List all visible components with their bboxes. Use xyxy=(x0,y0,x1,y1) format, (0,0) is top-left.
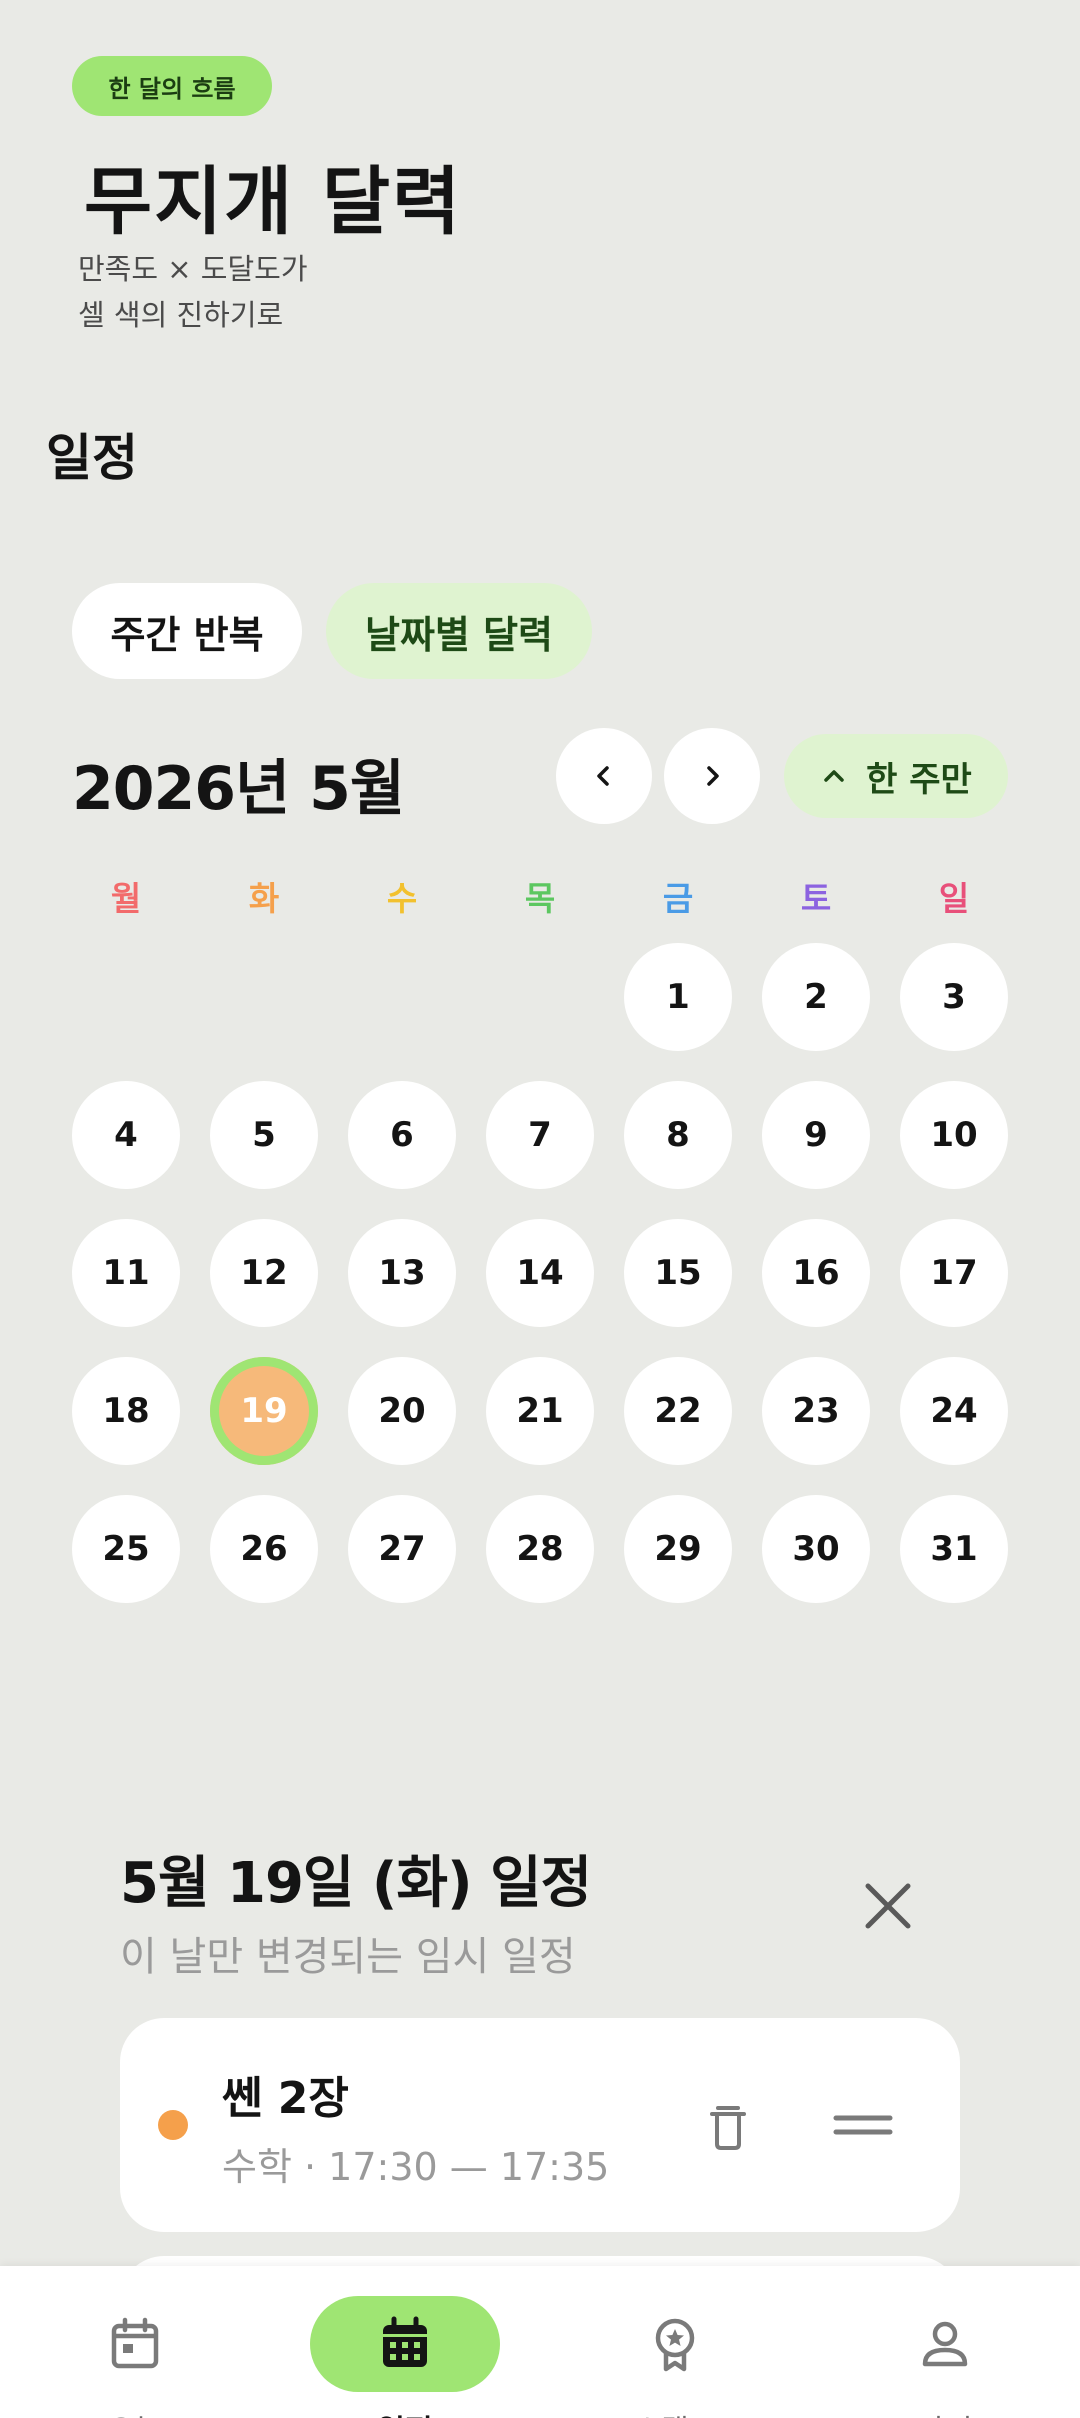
calendar-day[interactable]: 13 xyxy=(348,1219,456,1327)
weekday-label: 목 xyxy=(524,879,556,918)
event-name: 쎈 2장 xyxy=(222,2073,349,2124)
calendar-day[interactable]: 25 xyxy=(72,1495,180,1603)
calendar-day[interactable]: 4 xyxy=(72,1081,180,1189)
person-icon xyxy=(922,2321,968,2367)
calendar-day[interactable]: 22 xyxy=(624,1357,732,1465)
calendar-day[interactable]: 8 xyxy=(624,1081,732,1189)
tab-date-calendar[interactable]: 날짜별 달력 xyxy=(326,583,592,679)
prev-month-button[interactable] xyxy=(556,728,652,824)
week-only-label: 한 주만 xyxy=(866,759,972,800)
nav-schedule-label: 일정 xyxy=(270,2406,540,2418)
calendar-day[interactable]: 16 xyxy=(762,1219,870,1327)
nav-my-label: 마이 xyxy=(810,2406,1080,2418)
calendar-day[interactable]: 30 xyxy=(762,1495,870,1603)
calendar-day[interactable]: 26 xyxy=(210,1495,318,1603)
calendar-day[interactable]: 23 xyxy=(762,1357,870,1465)
event-meta: 수학 · 17:30 — 17:35 xyxy=(222,2145,610,2189)
calendar-day[interactable]: 9 xyxy=(762,1081,870,1189)
calendar-today-icon xyxy=(111,2317,159,2369)
week-only-toggle[interactable]: 한 주만 xyxy=(784,734,1008,818)
weekday-label: 일 xyxy=(938,879,970,918)
weekday-label: 화 xyxy=(248,879,280,918)
nav-stamp-label: 스탬프 xyxy=(540,2406,810,2418)
calendar-day[interactable]: 6 xyxy=(348,1081,456,1189)
weekday-label: 월 xyxy=(110,879,142,918)
calendar-day[interactable]: 7 xyxy=(486,1081,594,1189)
calendar-day[interactable]: 29 xyxy=(624,1495,732,1603)
chevron-right-icon xyxy=(707,766,719,786)
calendar-day[interactable]: 1 xyxy=(624,943,732,1051)
month-title: 2026년 5월 xyxy=(72,754,405,824)
nav-my[interactable]: 마이 xyxy=(810,2266,1080,2418)
bottom-nav: 오늘 일정 스탬프 xyxy=(0,2266,1080,2418)
calendar-day[interactable]: 20 xyxy=(348,1357,456,1465)
calendar-day[interactable]: 17 xyxy=(900,1219,1008,1327)
calendar-day[interactable]: 28 xyxy=(486,1495,594,1603)
delete-event-button[interactable] xyxy=(696,2094,760,2158)
weekday-label: 수 xyxy=(386,879,418,918)
trash-icon xyxy=(710,2106,746,2150)
calendar-day[interactable]: 18 xyxy=(72,1357,180,1465)
calendar-grid-icon xyxy=(383,2316,427,2367)
calendar-day[interactable]: 27 xyxy=(348,1495,456,1603)
next-month-button[interactable] xyxy=(664,728,760,824)
nav-stamp[interactable]: 스탬프 xyxy=(540,2266,810,2418)
close-detail-button[interactable] xyxy=(852,1870,924,1942)
calendar-day-selected[interactable]: 19 xyxy=(210,1357,318,1465)
detail-subtitle: 이 날만 변경되는 임시 일정 xyxy=(120,1934,576,1980)
calendar-day[interactable]: 15 xyxy=(624,1219,732,1327)
calendar-day[interactable]: 2 xyxy=(762,943,870,1051)
nav-today-label: 오늘 xyxy=(0,2406,270,2418)
hero-title: 무지개 달력 xyxy=(84,159,463,245)
drag-handle[interactable] xyxy=(832,2102,894,2148)
badge-icon xyxy=(655,2318,695,2372)
calendar-day[interactable]: 14 xyxy=(486,1219,594,1327)
chevron-up-icon xyxy=(824,770,844,782)
calendar-day[interactable]: 10 xyxy=(900,1081,1008,1189)
calendar-day[interactable]: 3 xyxy=(900,943,1008,1051)
tab-weekly-repeat[interactable]: 주간 반복 xyxy=(72,583,302,679)
calendar-day[interactable]: 21 xyxy=(486,1357,594,1465)
section-title: 일정 xyxy=(46,429,138,487)
calendar-day[interactable]: 12 xyxy=(210,1219,318,1327)
chevron-left-icon xyxy=(597,766,609,786)
calendar-day[interactable]: 24 xyxy=(900,1357,1008,1465)
event-card[interactable]: 쎈 2장 수학 · 17:30 — 17:35 xyxy=(120,2018,960,2232)
event-color-dot xyxy=(158,2110,188,2140)
calendar-day[interactable]: 11 xyxy=(72,1219,180,1327)
close-icon xyxy=(865,1883,911,1929)
nav-schedule[interactable]: 일정 xyxy=(270,2266,540,2418)
drag-handle-icon xyxy=(833,2115,893,2135)
detail-title: 5월 19일 (화) 일정 xyxy=(120,1851,592,1916)
calendar-day[interactable]: 31 xyxy=(900,1495,1008,1603)
hero-subtitle-line1: 만족도 × 도달도가 xyxy=(78,252,308,286)
nav-today[interactable]: 오늘 xyxy=(0,2266,270,2418)
weekday-label: 금 xyxy=(662,879,694,918)
hero-tag: 한 달의 흐름 xyxy=(72,56,272,116)
hero-subtitle-line2: 셀 색의 진하기로 xyxy=(78,298,284,332)
weekday-label: 토 xyxy=(800,879,832,918)
calendar-day[interactable]: 5 xyxy=(210,1081,318,1189)
